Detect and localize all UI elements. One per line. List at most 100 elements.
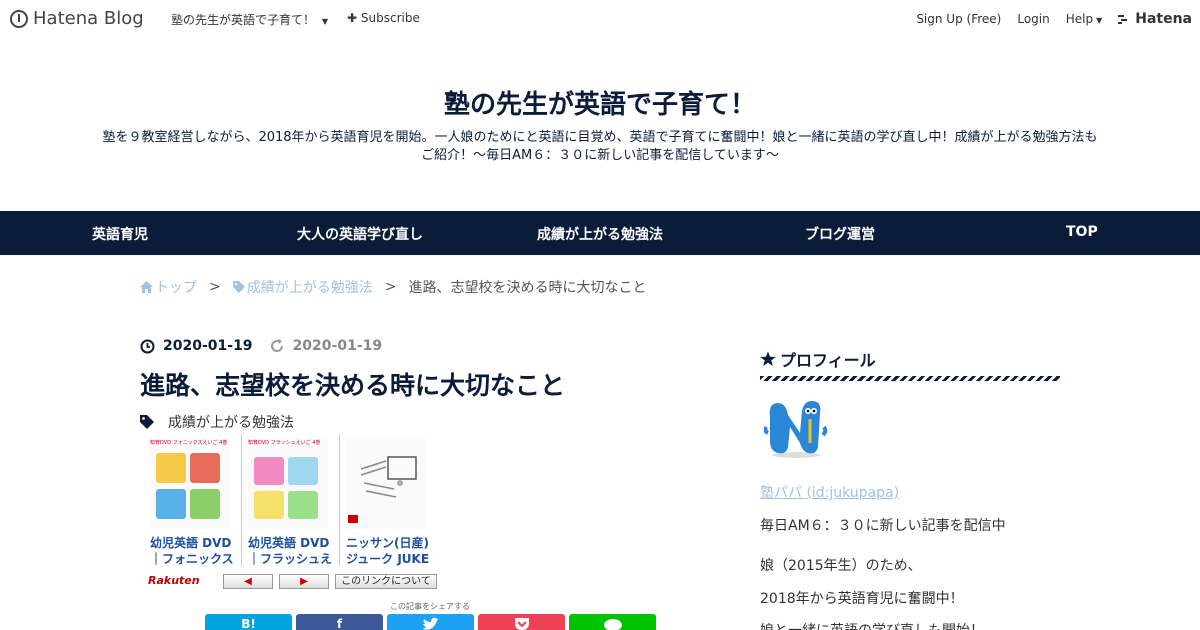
share-facebook-button[interactable]: f [296,614,383,630]
rakuten-logo[interactable]: Rakuten [148,574,200,587]
caret-down-icon: ▼ [1096,16,1103,25]
prev-button[interactable]: ◀ [223,574,273,589]
tag-icon [140,415,154,429]
breadcrumb: トップ > 成績が上がる勉強法 > 進路、志望校を決める時に大切なこと [140,277,646,297]
share-hatena-button[interactable]: B! [205,614,292,630]
about-link-button[interactable]: このリンクについて [335,574,437,589]
product-name: ニッサン(日産) ジューク JUKE [346,535,436,567]
blog-selector[interactable]: 塾の先生が英語で子育て！ ▼ [171,11,328,28]
product-name-line1: 幼児英語 DVD [248,536,330,550]
share-line-button[interactable] [569,614,656,630]
category-link[interactable]: 成績が上がる勉強法 [168,412,294,432]
divider [339,434,340,566]
dvd-cover-icon [156,489,186,519]
product-name-line1: ニッサン(日産) [346,536,429,550]
nav-item-otona-eigo[interactable]: 大人の英語学び直し [297,224,423,244]
product-name: 幼児英語 DVD ｜フォニックス [150,535,240,567]
clock-icon [140,339,155,353]
hatena-label: Hatena [1135,11,1192,27]
home-icon [140,281,153,293]
help-menu[interactable]: Help ▼ [1066,12,1103,26]
plus-icon: ✚ [347,11,358,25]
profile-text-line: 娘と一緒に英語の学び直しも開始！ [760,620,984,630]
help-label: Help [1065,12,1094,26]
product-name-line2: ｜フォニックス [150,552,234,566]
nav-item-eigo-ikuji[interactable]: 英語育児 [92,224,148,244]
nav-item-blog-management[interactable]: ブログ運営 [805,224,875,244]
pocket-icon [514,618,529,630]
blog-description: 塾を９教室経営しながら、2018年から英語育児を開始。一人娘のためにと英語に目覚… [102,130,1098,163]
global-nav: 英語育児 大人の英語学び直し 成績が上がる勉強法 ブログ運営 TOP [0,211,1200,255]
breadcrumb-category-label: 成績が上がる勉強法 [246,280,373,296]
product-name: 幼児英語 DVD ｜フラッシュえ [248,535,338,567]
product-name-line2: ｜フラッシュえ [248,552,333,566]
blog-header: 塾の先生が英語で子育て！ 塾を９教室経営しながら、2018年から英語育児を開始。… [0,84,1200,165]
sidebar-profile-heading: プロフィール [760,347,876,371]
sidebar-heading-label: プロフィール [780,351,876,370]
line-icon [603,619,622,630]
tag-icon [232,281,245,293]
caret-down-icon: ▼ [321,17,328,26]
profile-text-line: 2018年から英語育児に奮闘中！ [760,591,964,607]
hatena-link[interactable]: Hatena [1118,11,1192,27]
breadcrumb-top-label: トップ [155,280,197,296]
car-parts-icon [348,456,417,523]
updated-date: 2020-01-19 [292,338,383,354]
breadcrumb-separator: > [209,279,221,295]
dvd-cover-icon [254,457,284,485]
breadcrumb-category[interactable]: 成績が上がる勉強法 [232,277,373,297]
profile-text-line: 毎日AM６：３０に新しい記事を配信中 [760,518,1006,534]
nav-item-study-method[interactable]: 成績が上がる勉強法 [537,224,663,244]
breadcrumb-current: 進路、志望校を決める時に大切なこと [408,280,647,296]
profile-text-line: 娘（2015年生）のため、 [760,558,922,574]
product-image: 知育DVD フラッシュえいご 4巻 [248,439,328,529]
product-name-line1: 幼児英語 DVD [150,536,232,550]
dvd-cover-icon [190,489,220,519]
hatena-logo-icon [10,9,28,28]
divider [241,434,242,566]
product-image: 知育DVD フォニックスえいご 4巻 [150,439,230,529]
product-badge: 知育DVD フラッシュえいご 4巻 [248,440,321,446]
subscribe-label: Subscribe [360,11,420,25]
blog-selector-label: 塾の先生が英語で子育て！ [171,13,316,27]
product-card[interactable]: 知育DVD フォニックスえいご 4巻 幼児英語 DVD ｜フォニックス [145,434,239,566]
article-category: 成績が上がる勉強法 [140,412,294,432]
profile-id-link[interactable]: 塾パパ (id:jukupapa) [760,482,899,502]
article-title[interactable]: 進路、志望校を決める時に大切なこと [140,366,565,402]
published-date[interactable]: 2020-01-19 [163,338,253,354]
dvd-cover-icon [288,457,318,485]
product-card[interactable]: ニッサン(日産) ジューク JUKE [341,434,435,566]
facebook-icon: f [336,617,343,630]
breadcrumb-top[interactable]: トップ [140,277,197,297]
breadcrumb-separator: > [384,279,397,295]
dvd-cover-icon [190,453,220,483]
hatena-topbar: Hatena Blog 塾の先生が英語で子育て！ ▼ ✚ Subscribe S… [0,0,1200,36]
star-icon [760,351,776,366]
subscribe-button[interactable]: ✚ Subscribe [347,11,420,25]
product-card[interactable]: 知育DVD フラッシュえいご 4巻 幼児英語 DVD ｜フラッシュえ [243,434,337,566]
product-badge: 知育DVD フォニックスえいご 4巻 [150,440,228,446]
hatena-blog-logo[interactable]: Hatena Blog [10,8,144,29]
product-name-line2: ジューク JUKE [346,552,430,566]
twitter-icon [422,617,439,630]
product-image [346,439,426,529]
blog-title[interactable]: 塾の先生が英語で子育て！ [0,84,1200,121]
topbar-right: Sign Up (Free) Login Help ▼ Hatena [916,11,1192,27]
dvd-cover-icon [254,491,284,519]
share-twitter-button[interactable] [387,614,474,630]
refresh-icon [270,339,283,352]
sidebar-heading-rule [760,376,1060,381]
avatar[interactable] [764,397,828,459]
nav-item-top[interactable]: TOP [1066,224,1098,240]
share-pocket-button[interactable] [478,614,565,630]
article-meta: 2020-01-19 2020-01-19 [140,338,382,354]
hatena-dots-icon [1118,15,1128,24]
next-button[interactable]: ▶ [279,574,329,589]
share-caption: この記事をシェアする [390,602,470,611]
hatena-bookmark-icon: B! [241,617,256,630]
dvd-cover-icon [288,491,318,519]
rakuten-widget: 知育DVD フォニックスえいご 4巻 幼児英語 DVD ｜フォニックス 知育DVD… [145,434,445,594]
dvd-cover-icon [156,453,186,483]
login-link[interactable]: Login [1017,12,1049,26]
signup-link[interactable]: Sign Up (Free) [916,12,1001,26]
